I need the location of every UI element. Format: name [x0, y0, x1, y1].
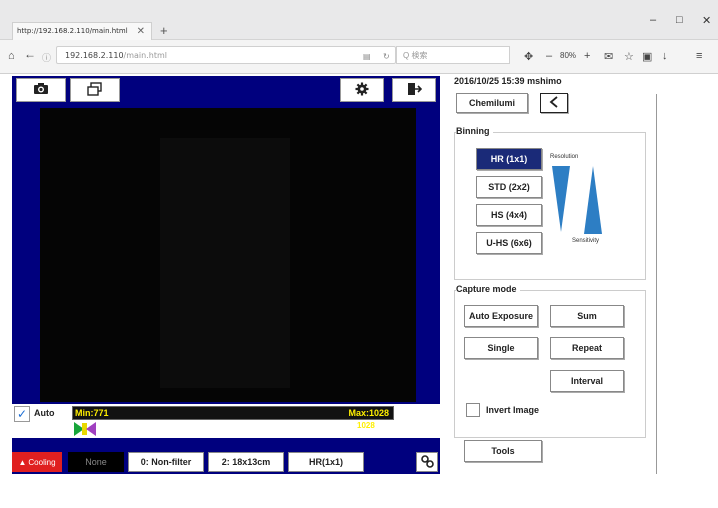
url-host: 192.168.2.110 [65, 51, 124, 60]
mail-icon[interactable]: ✉ [604, 50, 613, 63]
bookmark-star-icon[interactable]: ☆ [624, 50, 634, 63]
settings-button[interactable] [340, 78, 384, 102]
camera-icon [33, 82, 49, 98]
interval-button[interactable]: Interval [550, 370, 624, 392]
datetime-user: 2016/10/25 15:39 mshimo [454, 76, 562, 86]
cooling-button[interactable]: ▲ Cooling [12, 452, 62, 472]
download-icon[interactable]: ↓ [662, 50, 668, 62]
new-tab-button[interactable]: + [160, 22, 174, 40]
histogram-bar[interactable]: Min:771 Max:1028 [72, 406, 394, 420]
invert-image-label: Invert Image [486, 405, 540, 415]
min-value: Min:771 [75, 408, 109, 418]
zoom-level[interactable]: 80% [560, 51, 576, 60]
tab-close-icon[interactable]: ✕ [137, 23, 145, 40]
warning-icon: ▲ [18, 457, 27, 467]
tab-title: http://192.168.2.110/main.html [17, 27, 128, 35]
histogram-range: ✓ Auto Min:771 Max:1028 1028 [12, 404, 440, 438]
resolution-triangle [552, 166, 570, 232]
panel-divider [656, 94, 657, 474]
minimize-button[interactable]: – [650, 14, 656, 26]
invert-image-checkbox[interactable] [466, 403, 480, 417]
zoom-in-icon[interactable]: + [584, 50, 590, 62]
close-window-button[interactable]: ✕ [702, 14, 711, 27]
url-path: /main.html [123, 51, 167, 60]
exit-button[interactable] [392, 78, 436, 102]
binning-mode-button[interactable]: HR(1x1) [288, 452, 364, 472]
capture-legend: Capture mode [456, 284, 520, 294]
bin-uhs-button[interactable]: U-HS (6x6) [476, 232, 542, 254]
status-bar: ▲ Cooling None 0: Non-filter 2: 18x13cm … [12, 438, 440, 474]
reader-icon[interactable]: ▤ [363, 48, 371, 65]
clipboard-icon[interactable]: ▣ [642, 50, 652, 63]
sensitivity-triangle [584, 166, 602, 234]
resolution-label: Resolution [550, 154, 579, 160]
image-signal-band [160, 138, 290, 388]
max-subvalue: 1028 [357, 421, 375, 430]
zoom-out-icon[interactable]: – [546, 50, 552, 62]
cooling-label: Cooling [28, 457, 56, 467]
max-slider-handle[interactable] [86, 422, 96, 436]
address-bar[interactable]: 192.168.2.110/main.html ▤ ↻ [56, 46, 396, 64]
filter-none-button[interactable]: None [68, 452, 124, 472]
tools-button[interactable]: Tools [464, 440, 542, 462]
sensitivity-label: Sensitivity [572, 238, 600, 244]
search-input[interactable]: Q 検索 [396, 46, 510, 64]
repeat-button[interactable]: Repeat [550, 337, 624, 359]
menu-icon[interactable]: ≡ [696, 50, 702, 62]
image-preview[interactable] [40, 108, 416, 402]
reload-icon[interactable]: ↻ [383, 48, 390, 65]
camera-button[interactable] [16, 78, 66, 102]
sum-button[interactable]: Sum [550, 305, 624, 327]
size-button[interactable]: 2: 18x13cm [208, 452, 284, 472]
auto-label: Auto [34, 408, 55, 418]
app-toolbar [12, 76, 440, 104]
home-icon[interactable]: ⌂ [8, 50, 15, 62]
chemilumi-button[interactable]: Chemilumi [456, 93, 528, 113]
browser-tab[interactable]: http://192.168.2.110/main.html ✕ [12, 22, 152, 40]
browser-tab-bar: http://192.168.2.110/main.html ✕ + – □ ✕ [0, 0, 718, 40]
bin-std-button[interactable]: STD (2x2) [476, 176, 542, 198]
browser-nav-bar: ⌂ ← ⓘ 192.168.2.110/main.html ▤ ↻ Q 検索 ✥… [0, 40, 718, 74]
info-icon[interactable]: ⓘ [42, 51, 51, 64]
maximize-button[interactable]: □ [676, 14, 683, 26]
addon-icon[interactable]: ✥ [524, 50, 533, 63]
gear-icon [355, 82, 369, 99]
exit-icon [406, 82, 423, 99]
back-arrow-icon[interactable]: ← [24, 47, 36, 61]
window-icon [87, 81, 103, 99]
bin-hs-button[interactable]: HS (4x4) [476, 204, 542, 226]
window-button[interactable] [70, 78, 120, 102]
max-value: Max:1028 [348, 408, 389, 418]
auto-exposure-button[interactable]: Auto Exposure [464, 305, 538, 327]
chevron-left-icon [549, 96, 559, 110]
gears-icon [420, 454, 434, 470]
binning-legend: Binning [456, 126, 493, 136]
filter-button[interactable]: 0: Non-filter [128, 452, 204, 472]
adjust-button[interactable] [416, 452, 438, 472]
back-button[interactable] [540, 93, 568, 113]
bin-hr-button[interactable]: HR (1x1) [476, 148, 542, 170]
auto-checkbox[interactable]: ✓ [14, 406, 30, 422]
single-button[interactable]: Single [464, 337, 538, 359]
